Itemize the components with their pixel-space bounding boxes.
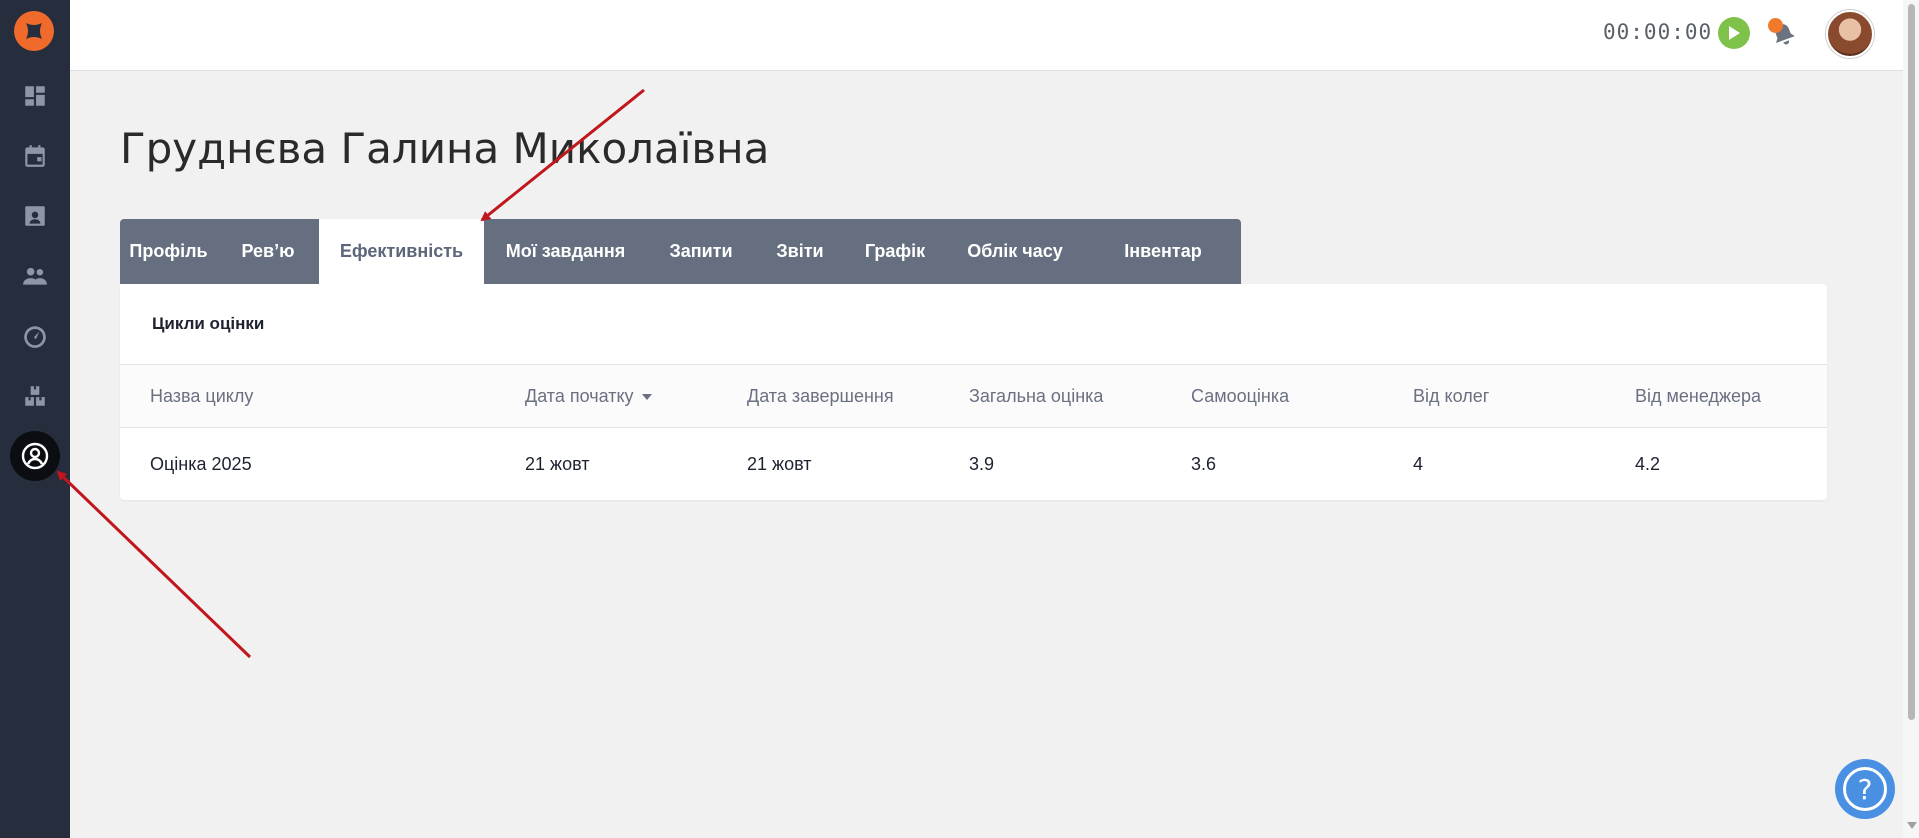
speedometer-icon[interactable]	[20, 321, 50, 351]
help-button[interactable]: ?	[1835, 759, 1895, 819]
app-logo[interactable]	[14, 11, 54, 51]
column-header-cycle-name[interactable]: Назва циклу	[150, 365, 253, 427]
column-header-overall-score[interactable]: Загальна оцінка	[969, 365, 1103, 427]
tab-inventory[interactable]: Інвентар	[1085, 219, 1241, 284]
tab-review[interactable]: Рев’ю	[217, 219, 319, 284]
cell-overall-score: 3.9	[969, 453, 995, 474]
cell-end-date: 21 жовт	[747, 453, 812, 474]
tab-performance[interactable]: Ефективність	[319, 219, 484, 284]
table-header: Назва циклу Дата початку Дата завершення…	[120, 364, 1827, 428]
scrollbar-thumb[interactable]	[1908, 4, 1915, 720]
review-cycles-card: Цикли оцінки Назва циклу Дата початку Да…	[120, 284, 1827, 500]
tab-requests[interactable]: Запити	[647, 219, 755, 284]
tab-time-tracking[interactable]: Облік часу	[945, 219, 1085, 284]
column-header-start-date[interactable]: Дата початку	[525, 365, 652, 427]
tab-schedule[interactable]: Графік	[845, 219, 945, 284]
scroll-down-arrow-icon[interactable]	[1907, 822, 1917, 829]
page-scrollbar[interactable]	[1903, 0, 1919, 838]
profile-nav-button[interactable]	[10, 431, 60, 481]
calendar-icon[interactable]	[20, 141, 50, 171]
tab-my-tasks[interactable]: Мої завдання	[484, 219, 647, 284]
cell-from-peers: 4	[1413, 453, 1424, 474]
notification-badge	[1768, 18, 1783, 33]
cell-start-date: 21 жовт	[525, 453, 590, 474]
column-header-from-peers[interactable]: Від колег	[1413, 365, 1489, 427]
cell-cycle-name: Оцінка 2025	[150, 453, 252, 474]
table-row[interactable]: Оцінка 2025 21 жовт 21 жовт 3.9 3.6 4 4.…	[120, 428, 1827, 500]
user-circle-icon	[21, 442, 49, 470]
help-question-icon: ?	[1843, 767, 1887, 811]
play-icon	[1729, 26, 1740, 40]
profile-tabs: Профіль Рев’ю Ефективність Мої завдання …	[120, 219, 1241, 284]
contact-card-icon[interactable]	[20, 201, 50, 231]
dashboard-icon[interactable]	[20, 81, 50, 111]
cell-from-manager: 4.2	[1635, 453, 1661, 474]
page-title: Груднєва Галина Миколаївна	[120, 124, 770, 173]
people-icon[interactable]	[20, 261, 50, 291]
card-title: Цикли оцінки	[152, 314, 265, 333]
tab-profile[interactable]: Профіль	[120, 219, 217, 284]
sort-descending-icon	[641, 394, 652, 400]
inventory-boxes-icon[interactable]	[20, 381, 50, 411]
sidebar	[0, 0, 70, 838]
time-tracker-display: 00:00:00	[1603, 20, 1713, 44]
column-header-from-manager[interactable]: Від менеджера	[1635, 365, 1761, 427]
tab-reports[interactable]: Звіти	[755, 219, 845, 284]
cell-self-assessment: 3.6	[1191, 453, 1217, 474]
start-timer-button[interactable]	[1718, 17, 1750, 49]
column-header-end-date[interactable]: Дата завершення	[747, 365, 894, 427]
user-avatar[interactable]	[1826, 10, 1874, 58]
column-header-start-date-label: Дата початку	[525, 385, 634, 406]
logo-icon	[26, 23, 42, 39]
column-header-self-assessment[interactable]: Самооцінка	[1191, 365, 1289, 427]
